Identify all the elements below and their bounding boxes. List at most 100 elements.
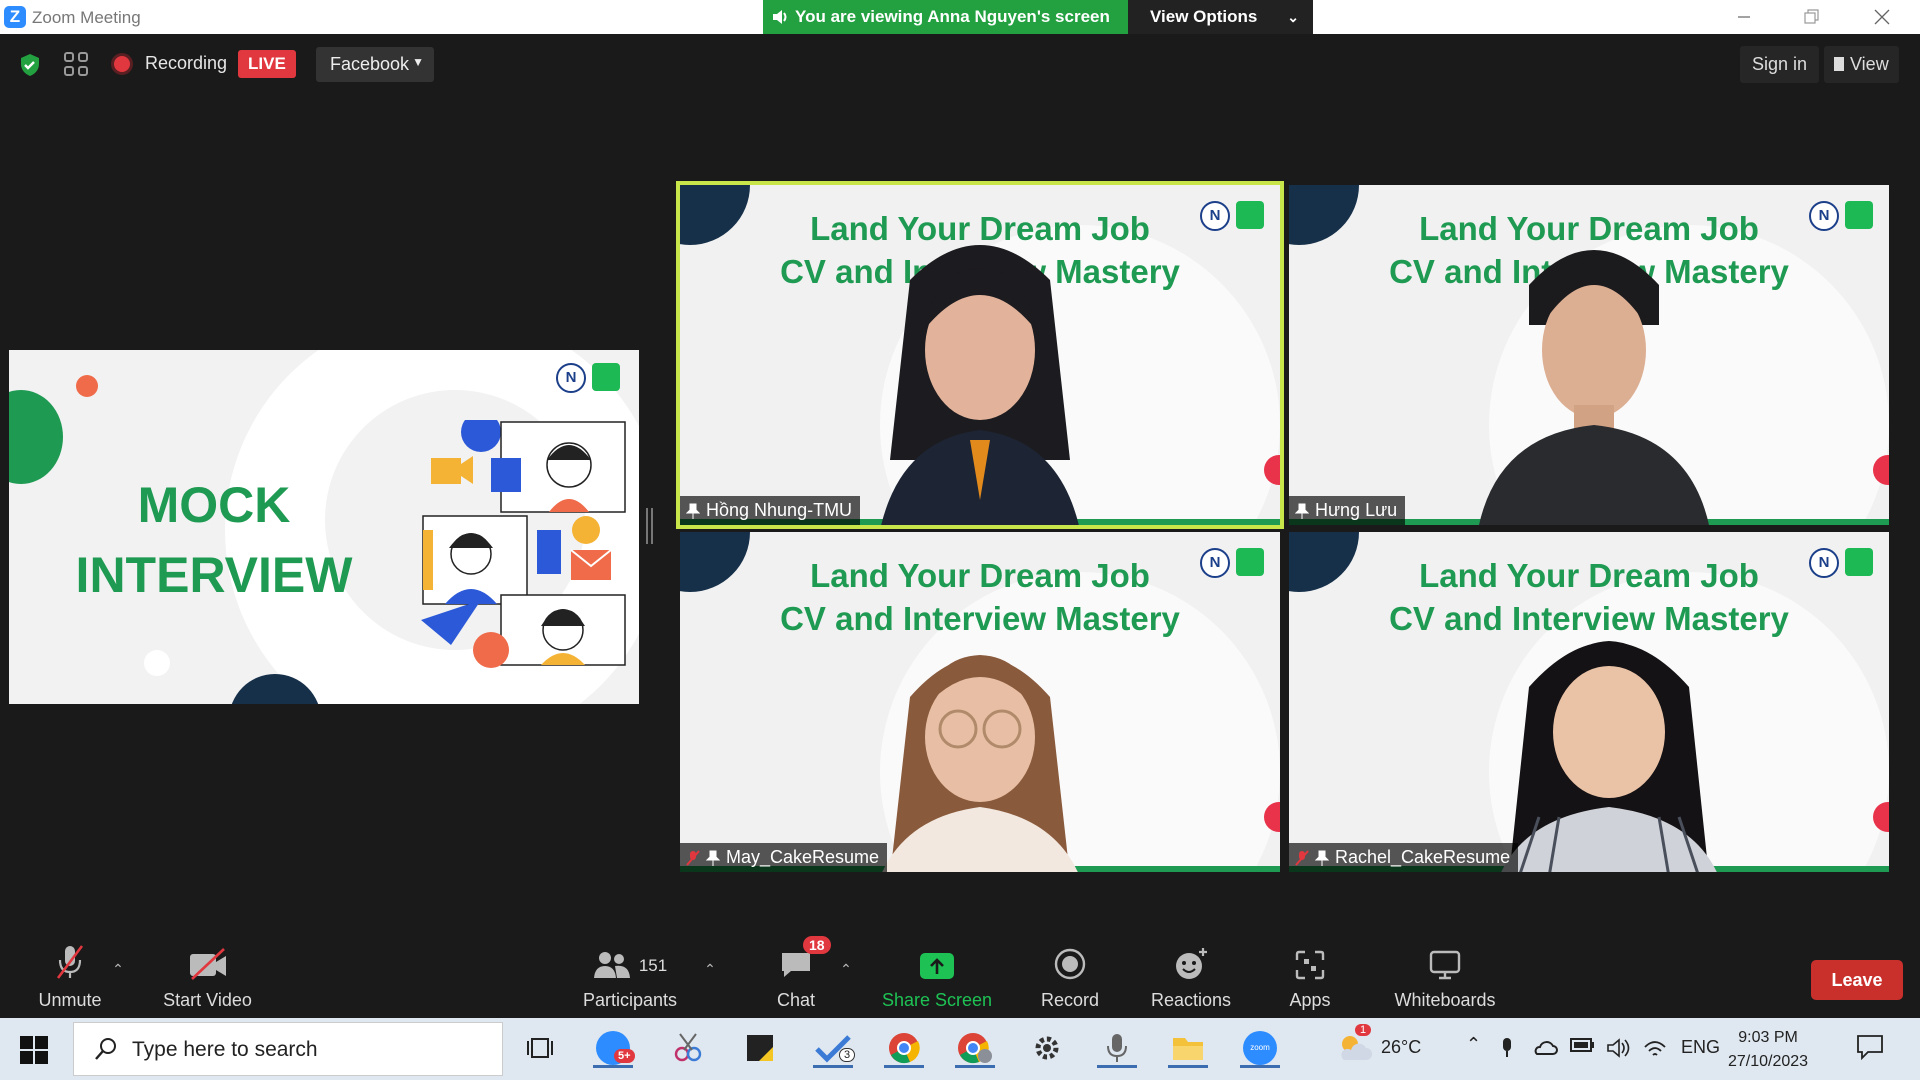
security-shield-icon[interactable] — [18, 53, 42, 77]
reactions-button[interactable]: Reactions — [1146, 940, 1236, 1011]
muted-mic-icon — [30, 940, 110, 980]
onedrive-icon[interactable] — [1532, 1037, 1558, 1062]
share-screen-button[interactable]: Share Screen — [880, 940, 994, 1011]
share-screen-icon — [880, 940, 994, 980]
video-tile-1[interactable]: Land Your Dream Job CV and Interview Mas… — [676, 181, 1284, 529]
taskbar-search-box[interactable]: Type here to search — [73, 1022, 503, 1076]
zoom-taskbar-icon[interactable]: 5+ — [593, 1028, 635, 1068]
participant-name-tag: Rachel_CakeResume — [1289, 843, 1519, 872]
cakeresume-logo — [592, 363, 620, 391]
minimize-button[interactable] — [1714, 0, 1774, 34]
participant-name: Hưng Lưu — [1315, 500, 1398, 520]
windows-start-icon[interactable] — [20, 1036, 48, 1064]
record-button[interactable]: Record — [1030, 940, 1110, 1011]
voice-recorder-icon[interactable] — [1097, 1028, 1137, 1068]
whiteboards-button[interactable]: Whiteboards — [1385, 940, 1505, 1011]
zoom-logo-icon: Z — [4, 6, 26, 28]
file-explorer-icon[interactable] — [1168, 1028, 1208, 1068]
n-logo: N — [1809, 201, 1839, 231]
start-video-button[interactable]: Start Video — [155, 940, 260, 1011]
weather-badge: 1 — [1355, 1024, 1372, 1036]
video-tile-3[interactable]: Land Your Dream Job CV and Interview Mas… — [680, 532, 1280, 872]
participants-button[interactable]: 151 Participants — [580, 940, 680, 1011]
unmute-label: Unmute — [38, 990, 102, 1010]
chat-button[interactable]: 18 Chat — [760, 936, 832, 1011]
pin-icon — [1295, 503, 1309, 519]
slide-logos: N — [1200, 201, 1264, 231]
n-logo: N — [1200, 201, 1230, 231]
settings-gear-icon[interactable] — [1027, 1028, 1067, 1068]
audio-options-caret[interactable]: ⌃ — [108, 958, 128, 979]
record-icon — [1030, 940, 1110, 980]
participant-video — [850, 637, 1110, 872]
apps-icon — [1280, 940, 1340, 980]
panel-splitter-handle[interactable] — [646, 508, 653, 544]
sign-in-button[interactable]: Sign in — [1740, 46, 1820, 83]
muted-mic-icon — [686, 849, 700, 866]
participant-count: 151 — [638, 956, 668, 975]
muted-mic-icon — [1295, 849, 1309, 866]
leave-button[interactable]: Leave — [1811, 960, 1903, 1000]
live-badge[interactable]: LIVE — [238, 50, 296, 78]
grid-apps-icon[interactable] — [64, 52, 88, 76]
pin-icon — [1315, 850, 1329, 866]
unmute-button[interactable]: Unmute — [30, 940, 110, 1011]
apps-label: Apps — [1289, 990, 1331, 1010]
video-tile-4[interactable]: Land Your Dream Job CV and Interview Mas… — [1289, 532, 1889, 872]
wifi-icon[interactable] — [1643, 1037, 1667, 1062]
view-button[interactable]: View — [1824, 46, 1899, 83]
todo-icon[interactable]: 3 — [813, 1028, 856, 1068]
stream-target-label: Facebook — [330, 54, 410, 74]
recording-label[interactable]: Recording — [145, 53, 227, 74]
whiteboard-icon — [1385, 940, 1505, 980]
view-options-label: View Options — [1150, 7, 1258, 26]
mock-interview-title: MOCK INTERVIEW — [49, 470, 379, 610]
snipping-tool-icon[interactable] — [668, 1028, 708, 1068]
chrome-profile-icon[interactable] — [955, 1028, 995, 1068]
cakeresume-logo — [1236, 548, 1264, 576]
participants-icon: 151 — [580, 940, 680, 980]
microphone-tray-icon[interactable] — [1500, 1037, 1514, 1064]
participant-name: May_CakeResume — [726, 847, 880, 867]
chat-label: Chat — [776, 990, 816, 1010]
zoom-app-icon[interactable]: zoom — [1240, 1028, 1280, 1068]
slide-logos: N — [1809, 548, 1873, 578]
apps-button[interactable]: Apps — [1280, 940, 1340, 1011]
viewing-banner: You are viewing Anna Nguyen's screen Vie… — [763, 0, 1313, 34]
sticky-notes-icon[interactable] — [740, 1028, 780, 1068]
weather-icon[interactable]: 1 — [1335, 1024, 1375, 1068]
stream-target-dropdown[interactable]: Facebook ▼ — [316, 47, 434, 82]
participant-video — [1469, 235, 1719, 525]
chevron-up-icon[interactable]: ⌃ — [1466, 1034, 1481, 1055]
participant-name: Rachel_CakeResume — [1335, 847, 1511, 867]
caret-down-icon: ▼ — [412, 55, 424, 69]
system-clock[interactable]: 9:03 PM 27/10/2023 — [1728, 1026, 1808, 1074]
video-tile-2[interactable]: Land Your Dream Job CV and Interview Mas… — [1289, 185, 1889, 525]
view-options-button[interactable]: View Options ⌄ — [1128, 0, 1313, 34]
caret-up-icon: ⌃ — [840, 961, 852, 977]
viewing-status: You are viewing Anna Nguyen's screen — [763, 0, 1128, 34]
volume-icon[interactable] — [1606, 1037, 1632, 1064]
chat-options-caret[interactable]: ⌃ — [836, 958, 856, 979]
temperature[interactable]: 26°C — [1381, 1037, 1421, 1058]
caret-up-icon: ⌃ — [112, 961, 124, 977]
shared-screen[interactable]: N MOCK INTERVIEW — [9, 350, 639, 704]
participant-name-tag: Hồng Nhung-TMU — [680, 496, 861, 525]
participants-options-caret[interactable]: ⌃ — [700, 958, 720, 979]
reactions-icon — [1146, 940, 1236, 980]
close-button[interactable] — [1852, 0, 1912, 34]
slide-logos: N — [1200, 548, 1264, 578]
restore-button[interactable] — [1782, 0, 1842, 34]
battery-icon[interactable] — [1570, 1037, 1596, 1058]
share-screen-label: Share Screen — [881, 990, 993, 1010]
viewing-text: You are viewing Anna Nguyen's screen — [795, 7, 1110, 26]
language-indicator[interactable]: ENG — [1681, 1037, 1720, 1058]
cakeresume-logo — [1236, 201, 1264, 229]
clock-time: 9:03 PM — [1738, 1029, 1798, 1046]
task-view-icon[interactable] — [520, 1028, 560, 1068]
view-layout-icon — [1834, 57, 1844, 71]
participant-name: Hồng Nhung-TMU — [706, 500, 853, 520]
notifications-icon[interactable] — [1856, 1034, 1884, 1065]
chrome-icon[interactable] — [884, 1028, 924, 1068]
video-off-icon — [155, 940, 260, 980]
